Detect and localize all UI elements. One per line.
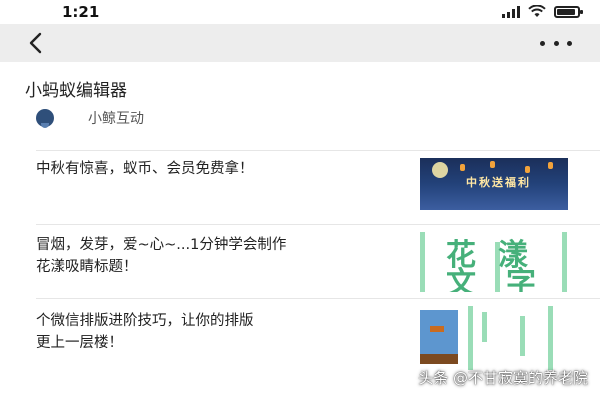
avatar	[36, 109, 54, 128]
thumbnail-char: 文	[446, 266, 476, 292]
publisher-row[interactable]: 小鲸互动	[36, 108, 144, 128]
page-title: 小蚂蚁编辑器	[25, 81, 127, 101]
thumbnail-text: 中秋送福利	[466, 176, 531, 189]
article-title: 个微信排版进阶技巧，让你的排版 更上一层楼！	[36, 310, 406, 354]
signal-icon	[502, 5, 520, 18]
battery-icon	[554, 5, 583, 18]
article-thumbnail: 花 漾 文 字	[420, 232, 568, 292]
publisher-name: 小鲸互动	[88, 111, 144, 127]
status-icons	[502, 5, 583, 18]
thumbnail-char: 字	[506, 266, 536, 292]
list-item-article-2[interactable]: 冒烟，发芽，爱~心~...1分钟学会制作 花漾吸睛标题！ 花 漾 文 字	[0, 224, 600, 298]
article-title-line: 冒烟，发芽，爱~心~...1分钟学会制作	[36, 237, 287, 253]
nav-bar	[0, 24, 600, 62]
article-title: 中秋有惊喜，蚁币、会员免费拿！	[36, 161, 254, 177]
status-bar: 1:21	[0, 0, 600, 24]
article-title-line: 花漾吸睛标题！	[36, 259, 138, 275]
article-title: 冒烟，发芽，爱~心~...1分钟学会制作 花漾吸睛标题！	[36, 234, 406, 278]
list-item-article-1[interactable]: 中秋有惊喜，蚁币、会员免费拿！ 中秋送福利	[0, 150, 600, 224]
chevron-left-icon[interactable]	[26, 30, 46, 56]
watermark-text: 头条 @不甘寂寞的养老院	[418, 369, 588, 387]
list-item-article-3[interactable]: 个微信排版进阶技巧，让你的排版 更上一层楼！	[0, 298, 600, 372]
article-thumbnail	[420, 306, 568, 370]
article-thumbnail: 中秋送福利	[420, 158, 568, 210]
wifi-icon	[528, 5, 546, 17]
status-time: 1:21	[62, 3, 100, 21]
more-dots-icon[interactable]	[540, 34, 572, 52]
article-title-line: 个微信排版进阶技巧，让你的排版	[36, 313, 254, 329]
article-title-line: 更上一层楼！	[36, 335, 123, 351]
